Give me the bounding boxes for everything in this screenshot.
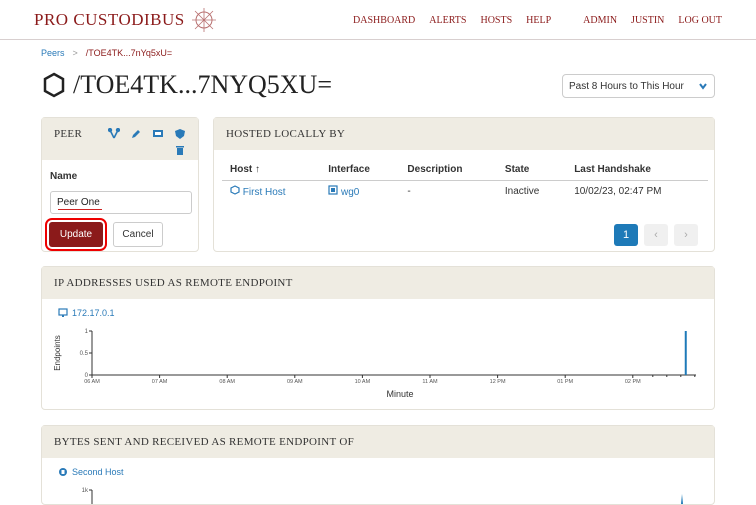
y-tick-label: 1k (82, 488, 89, 494)
breadcrumb-separator: > (72, 48, 78, 58)
y-tick-label: 0.5 (80, 351, 89, 357)
hosted-panel-heading: HOSTED LOCALLY BY (226, 128, 346, 140)
bytes-chart: 1k (82, 488, 683, 504)
host-dot-icon (59, 468, 67, 476)
peer-panel-header: PEER (42, 118, 198, 160)
main-nav: DASHBOARD ALERTS HOSTS HELP ADMIN JUSTIN… (339, 0, 722, 40)
host-link[interactable]: First Host (230, 185, 286, 198)
cancel-button[interactable]: Cancel (113, 222, 163, 247)
nav-logout[interactable]: LOG OUT (678, 15, 722, 26)
table-row: First Host wg0 - Inactive 10/02/23, 02:4… (222, 180, 708, 202)
interface-name: wg0 (341, 186, 360, 198)
breadcrumb: Peers > /TOE4TK...7nYq5xU= (41, 48, 172, 58)
column-last-handshake[interactable]: Last Handshake (566, 160, 708, 181)
bytes-panel-heading: BYTES SENT AND RECEIVED AS REMOTE ENDPOI… (54, 436, 355, 448)
time-range-value: Past 8 Hours to This Hour (569, 80, 684, 92)
column-description[interactable]: Description (399, 160, 497, 181)
column-state[interactable]: State (496, 160, 567, 181)
handshake-cell: 10/02/23, 02:47 PM (574, 185, 662, 197)
config-icon[interactable] (152, 128, 164, 140)
peer-panel: PEER Name Peer One Update Cancel (41, 117, 199, 252)
nav-user[interactable]: JUSTIN (631, 15, 664, 26)
pagination: 1 ‹ › (614, 224, 698, 246)
name-label: Name (50, 171, 78, 182)
x-tick-label: 10 AM (355, 379, 371, 385)
x-tick-label: 09 AM (287, 379, 303, 385)
ip-endpoints-panel: IP ADDRESSES USED AS REMOTE ENDPOINT 172… (41, 266, 715, 410)
page-1-button[interactable]: 1 (614, 224, 638, 246)
title-row: /TOE4TK...7NYQ5XU= (41, 70, 332, 100)
column-interface[interactable]: Interface (320, 160, 400, 181)
ip-legend-label: 172.17.0.1 (72, 308, 115, 318)
nav-help[interactable]: HELP (526, 15, 551, 26)
bytes-panel-header: BYTES SENT AND RECEIVED AS REMOTE ENDPOI… (42, 426, 714, 458)
peer-gear-icon (43, 72, 65, 98)
data-bar (684, 331, 687, 375)
edit-icon[interactable] (130, 128, 142, 140)
update-button[interactable]: Update (45, 218, 107, 251)
brand-name[interactable]: PRO CUSTODIBUS (34, 10, 185, 30)
interface-cell: wg0 (320, 180, 399, 202)
ip-address-icon (58, 308, 68, 317)
bytes-legend[interactable]: Second Host (58, 467, 124, 477)
peer-panel-heading: PEER (54, 128, 83, 140)
nav-admin[interactable]: ADMIN (583, 15, 617, 26)
prev-page-button[interactable]: ‹ (644, 224, 668, 246)
breadcrumb-peers[interactable]: Peers (41, 48, 65, 58)
data-bar (681, 494, 683, 504)
ip-panel-header: IP ADDRESSES USED AS REMOTE ENDPOINT (42, 267, 714, 299)
x-tick-label: 07 AM (152, 379, 168, 385)
interface-link[interactable]: wg0 (328, 185, 360, 198)
column-host[interactable]: Host ↑ (222, 160, 321, 181)
hosted-table: Host ↑ Interface Description State Last … (222, 160, 708, 202)
top-bar: PRO CUSTODIBUS DASHBOARD ALERTS HOSTS HE… (0, 0, 756, 40)
bytes-legend-label: Second Host (72, 467, 124, 477)
x-tick-label: 01 PM (557, 379, 573, 385)
ip-panel-heading: IP ADDRESSES USED AS REMOTE ENDPOINT (54, 277, 293, 289)
y-tick-label: 1 (85, 329, 89, 335)
ip-legend[interactable]: 172.17.0.1 (58, 308, 115, 318)
x-tick-label: 02 PM (625, 379, 641, 385)
description-cell: - (407, 185, 411, 197)
shield-icon[interactable] (174, 128, 186, 140)
page-title: /TOE4TK...7NYQ5XU= (73, 70, 332, 99)
host-name: First Host (242, 186, 286, 198)
y-axis-label: Endpoints (53, 335, 62, 371)
x-tick-label: 06 AM (84, 379, 100, 385)
brand-logo-icon (191, 7, 216, 32)
ip-endpoints-chart: 00.51Endpoints06 AM 07 AM 08 AM 09 AM 10 AM 1… (53, 329, 696, 399)
x-tick-label: 12 PM (490, 379, 506, 385)
host-cube-icon (230, 185, 240, 195)
bytes-panel: BYTES SENT AND RECEIVED AS REMOTE ENDPOI… (41, 425, 715, 505)
trash-icon[interactable] (174, 144, 186, 156)
x-tick-label: 08 AM (219, 379, 235, 385)
interface-icon (328, 185, 338, 195)
spellcheck-underline (58, 209, 102, 210)
table-header-row: Host ↑ Interface Description State Last … (222, 160, 708, 181)
breadcrumb-current: /TOE4TK...7nYq5xU= (85, 48, 173, 58)
hosted-panel-header: HOSTED LOCALLY BY (214, 118, 714, 150)
chevron-down-icon (699, 83, 707, 90)
x-axis-label: Minute (386, 389, 413, 399)
brand[interactable]: PRO CUSTODIBUS (34, 5, 219, 35)
state-cell: Inactive (504, 185, 540, 197)
peer-actions (96, 128, 186, 156)
nav-dashboard[interactable]: DASHBOARD (353, 15, 415, 26)
next-page-button[interactable]: › (674, 224, 698, 246)
nav-hosts[interactable]: HOSTS (480, 15, 512, 26)
connections-icon[interactable] (108, 128, 120, 140)
hosted-panel: HOSTED LOCALLY BY Host ↑ Interface Descr… (213, 117, 715, 252)
nav-alerts[interactable]: ALERTS (429, 15, 466, 26)
host-cell: First Host (222, 180, 320, 202)
time-range-select[interactable]: Past 8 Hours to This Hour (562, 74, 715, 98)
name-field[interactable]: Peer One (50, 191, 192, 214)
x-tick-label: 11 AM (422, 379, 438, 385)
